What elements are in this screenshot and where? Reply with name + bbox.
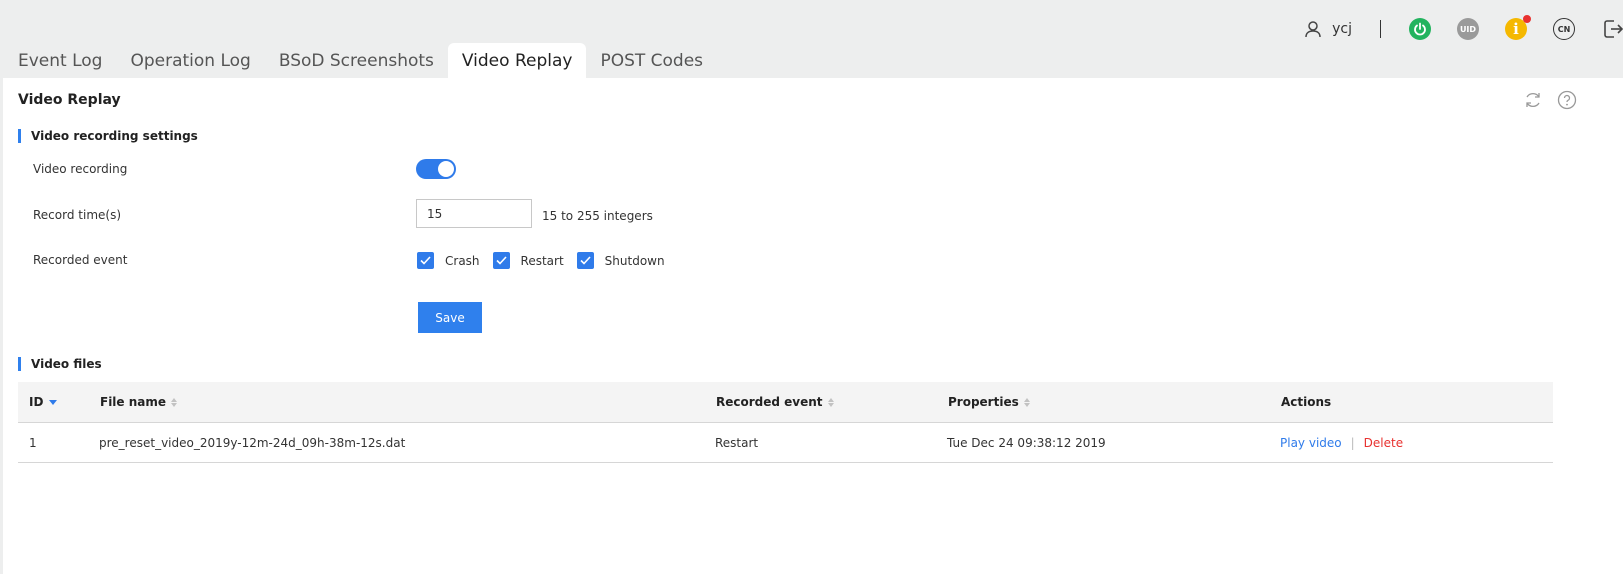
help-icon[interactable]: [1557, 90, 1577, 110]
column-header-properties[interactable]: Properties: [948, 382, 1030, 422]
checkbox-checked-icon: [417, 252, 434, 269]
user-icon: [1305, 21, 1321, 38]
checkbox-label: Restart: [520, 253, 564, 268]
record-time-label: Record time(s): [33, 208, 122, 222]
tab-bsod-screenshots[interactable]: BSoD Screenshots: [265, 43, 448, 78]
video-recording-label: Video recording: [33, 162, 128, 176]
cell-properties: Tue Dec 24 09:38:12 2019: [947, 435, 1106, 450]
toggle-knob: [438, 161, 454, 177]
sort-icon: [1023, 397, 1030, 407]
language-icon[interactable]: CN: [1553, 18, 1575, 40]
delete-link[interactable]: Delete: [1364, 436, 1403, 450]
checkbox-checked-icon: [576, 252, 594, 269]
top-bar: ycj UID i CN Event Log Operation Log BSo…: [0, 0, 1623, 78]
main-panel: Video Replay Video recording settings Vi…: [3, 78, 1623, 574]
cell-id: 1: [29, 435, 37, 450]
column-header-label: Recorded event: [716, 395, 823, 409]
cell-recorded-event: Restart: [715, 435, 759, 450]
video-files-table: ID File name Recorded event Properties A…: [18, 382, 1553, 463]
column-header-label: Actions: [1281, 395, 1332, 409]
table-header: ID File name Recorded event Properties A…: [18, 382, 1553, 423]
notification-dot: [1523, 15, 1531, 23]
info-glyph: i: [1513, 20, 1519, 38]
tab-video-replay[interactable]: Video Replay: [447, 43, 587, 78]
save-button[interactable]: Save: [418, 302, 482, 333]
table-row: 1 pre_reset_video_2019y-12m-24d_09h-38m-…: [18, 423, 1553, 463]
column-header-label: ID: [29, 395, 44, 409]
cell-file-name: pre_reset_video_2019y-12m-24d_09h-38m-12…: [99, 435, 406, 450]
column-header-file-name[interactable]: File name: [100, 382, 178, 422]
column-header-label: Properties: [948, 395, 1019, 409]
record-time-hint: 15 to 255 integers: [542, 209, 653, 223]
info-icon[interactable]: i: [1505, 15, 1531, 40]
power-icon[interactable]: [1409, 18, 1431, 40]
record-time-input[interactable]: [416, 199, 532, 228]
checkbox-checked-icon: [492, 252, 510, 269]
checkbox-restart[interactable]: Restart: [492, 252, 564, 269]
tab-operation-log[interactable]: Operation Log: [116, 43, 264, 78]
video-recording-toggle[interactable]: [416, 159, 456, 179]
checkbox-label: Crash: [445, 253, 480, 268]
refresh-icon[interactable]: [1523, 90, 1543, 110]
column-header-recorded-event[interactable]: Recorded event: [716, 382, 834, 422]
tab-post-codes[interactable]: POST Codes: [586, 43, 717, 78]
logout-icon[interactable]: [1601, 18, 1623, 40]
section-title-files: Video files: [18, 357, 102, 371]
action-separator: |: [1350, 435, 1355, 450]
recorded-event-label: Recorded event: [33, 253, 128, 267]
checkbox-crash[interactable]: Crash: [417, 252, 480, 269]
sort-descending-icon: [49, 399, 58, 405]
page-title: Video Replay: [18, 92, 121, 108]
column-header-actions: Actions: [1281, 382, 1331, 422]
checkbox-label: Shutdown: [604, 253, 665, 268]
column-header-id[interactable]: ID: [29, 382, 58, 422]
user-area: ycj UID i CN: [1304, 15, 1623, 41]
tab-event-log[interactable]: Event Log: [0, 43, 116, 78]
column-header-label: File name: [100, 395, 167, 409]
cell-actions: Play video | Delete: [1280, 423, 1403, 462]
recorded-event-checkboxes: Crash Restart Shutdown: [417, 252, 678, 269]
username[interactable]: ycj: [1332, 21, 1352, 37]
header-divider: [1380, 20, 1381, 38]
panel-tools: [1509, 90, 1577, 110]
checkbox-shutdown[interactable]: Shutdown: [576, 252, 665, 269]
sort-icon: [171, 397, 178, 407]
section-title-settings: Video recording settings: [18, 129, 198, 143]
play-video-link[interactable]: Play video: [1280, 436, 1342, 450]
tab-bar: Event Log Operation Log BSoD Screenshots…: [0, 43, 717, 78]
uid-icon[interactable]: UID: [1457, 18, 1479, 40]
sort-icon: [827, 397, 834, 407]
